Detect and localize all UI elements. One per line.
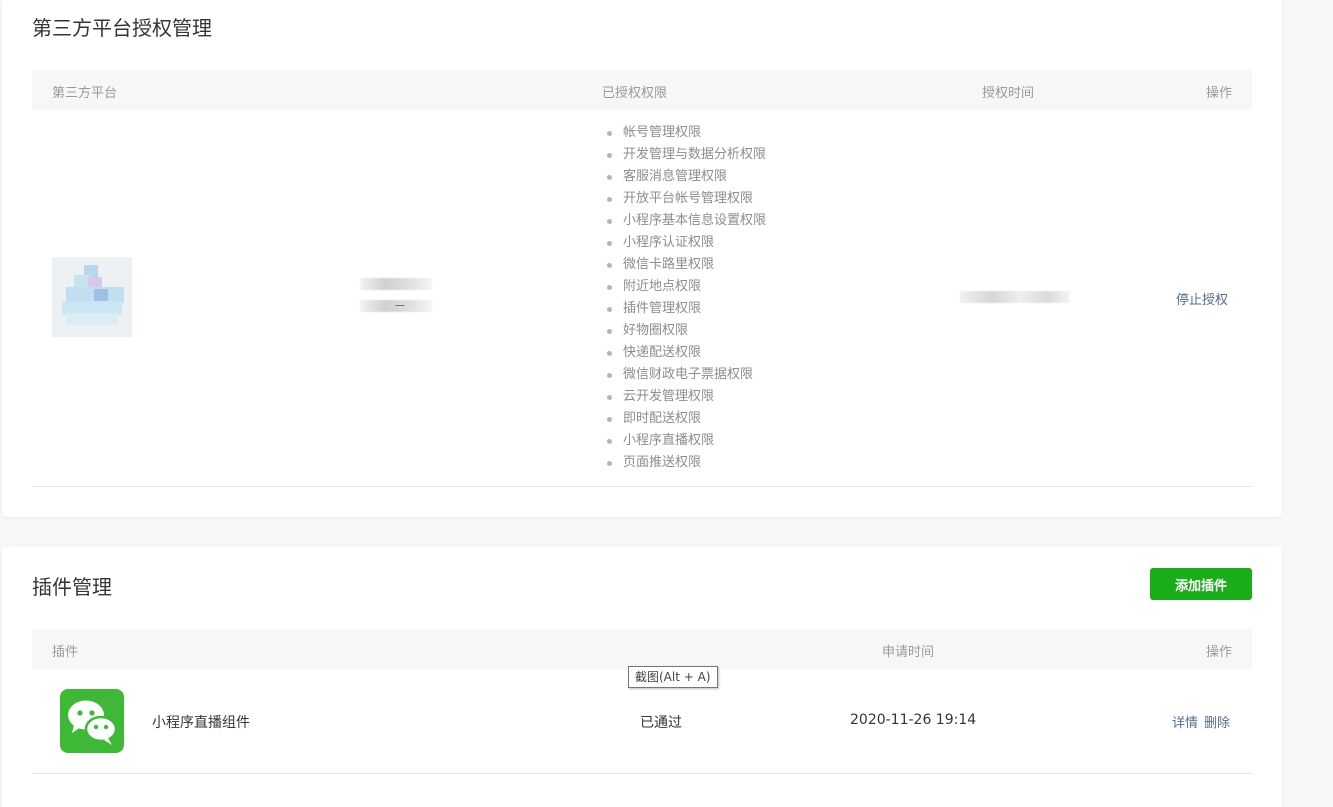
platform-name-redacted [360, 278, 432, 290]
plugin-apply-time: 2020-11-26 19:14 [850, 712, 977, 728]
permission-item: 好物圈权限 [606, 320, 766, 342]
row-divider [32, 773, 1252, 774]
column-actions: 操作 [1205, 645, 1232, 660]
section-title: 插件管理 [32, 575, 112, 599]
stop-authorization-link[interactable]: 停止授权 [1176, 289, 1228, 308]
permission-item: 附近地点权限 [606, 276, 766, 298]
permission-item: 页面推送权限 [606, 452, 766, 474]
permission-item: 小程序基本信息设置权限 [606, 210, 766, 232]
auth-time-redacted [960, 291, 1070, 303]
column-permissions: 已授权权限 [602, 86, 668, 101]
add-plugin-button[interactable]: 添加插件 [1150, 568, 1252, 600]
auth-table-header: 第三方平台 已授权权限 授权时间 操作 [32, 70, 1252, 110]
plugin-table-header: 插件 申请时间 操作 [32, 629, 1252, 669]
platform-name-fragment: ㄧ [394, 299, 407, 313]
plugin-name: 小程序直播组件 [152, 715, 250, 731]
plugin-detail-link[interactable]: 详情 [1172, 712, 1198, 731]
permission-item: 快递配送权限 [606, 342, 766, 364]
permission-item: 云开发管理权限 [606, 386, 766, 408]
permission-item: 帐号管理权限 [606, 122, 766, 144]
permission-item: 插件管理权限 [606, 298, 766, 320]
permission-item: 小程序认证权限 [606, 232, 766, 254]
permission-item: 开发管理与数据分析权限 [606, 144, 766, 166]
column-platform: 第三方平台 [52, 86, 118, 101]
plugin-delete-link[interactable]: 删除 [1204, 712, 1230, 731]
permission-item: 小程序直播权限 [606, 430, 766, 452]
section-title: 第三方平台授权管理 [32, 16, 212, 40]
permission-item: 即时配送权限 [606, 408, 766, 430]
row-divider [32, 486, 1252, 487]
column-apply-time: 申请时间 [882, 645, 935, 660]
platform-avatar [52, 257, 132, 337]
permission-item: 微信卡路里权限 [606, 254, 766, 276]
auth-management-card: 第三方平台授权管理 第三方平台 已授权权限 授权时间 操作 ㄧ 帐号管理权限 开发… [2, 0, 1282, 517]
permission-item: 开放平台帐号管理权限 [606, 188, 766, 210]
permission-list: 帐号管理权限 开发管理与数据分析权限 客服消息管理权限 开放平台帐号管理权限 小程序基本… [606, 122, 766, 474]
wechat-icon [60, 689, 124, 753]
permission-item: 微信财政电子票据权限 [606, 364, 766, 386]
screenshot-tooltip: 截图(Alt + A) [628, 666, 718, 688]
permission-item: 客服消息管理权限 [606, 166, 766, 188]
column-auth-time: 授权时间 [982, 86, 1035, 101]
column-actions: 操作 [1205, 86, 1232, 101]
plugin-status: 已通过 [640, 715, 682, 731]
column-plugin: 插件 [52, 645, 79, 660]
